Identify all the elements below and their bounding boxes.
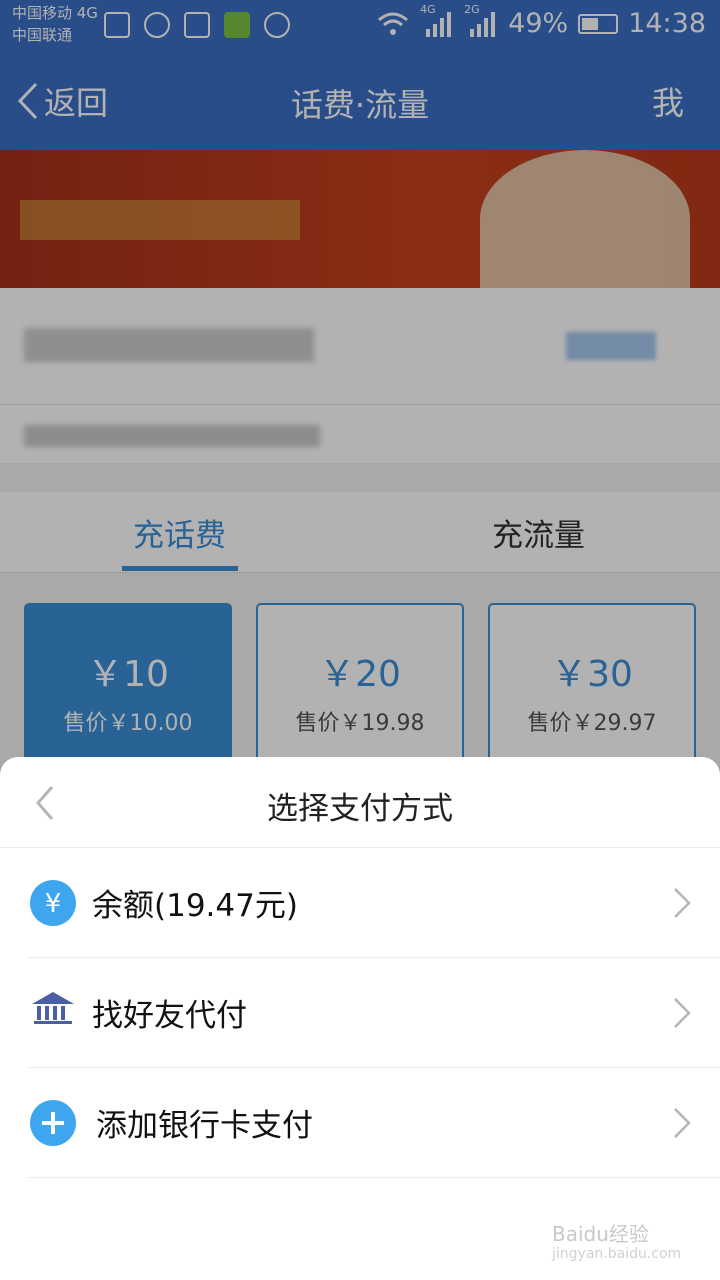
yuan-icon: ¥ bbox=[30, 880, 76, 926]
bank-icon bbox=[32, 992, 74, 1024]
chevron-right-icon bbox=[674, 1108, 691, 1138]
divider bbox=[28, 1177, 720, 1178]
plus-icon bbox=[30, 1100, 76, 1146]
svg-text:¥: ¥ bbox=[45, 889, 62, 919]
option-label: 余额(19.47元) bbox=[92, 888, 298, 924]
payment-option-balance[interactable]: ¥ 余额(19.47元) bbox=[0, 848, 720, 958]
sheet-header: 选择支付方式 bbox=[0, 757, 720, 848]
payment-option-add-card[interactable]: 添加银行卡支付 bbox=[0, 1068, 720, 1178]
watermark-logo: Baidu经验 bbox=[552, 1222, 649, 1246]
sheet-title: 选择支付方式 bbox=[267, 791, 453, 827]
watermark-url: jingyan.baidu.com bbox=[552, 1246, 682, 1262]
payment-method-sheet: 选择支付方式 ¥ 余额(19.47元) 找好友代付 添加银行卡支付 bbox=[0, 757, 720, 1280]
option-label: 添加银行卡支付 bbox=[96, 1108, 313, 1144]
chevron-right-icon bbox=[674, 888, 691, 918]
option-label: 找好友代付 bbox=[92, 998, 247, 1034]
payment-option-friend-pay[interactable]: 找好友代付 bbox=[0, 958, 720, 1068]
chevron-right-icon bbox=[674, 998, 691, 1028]
